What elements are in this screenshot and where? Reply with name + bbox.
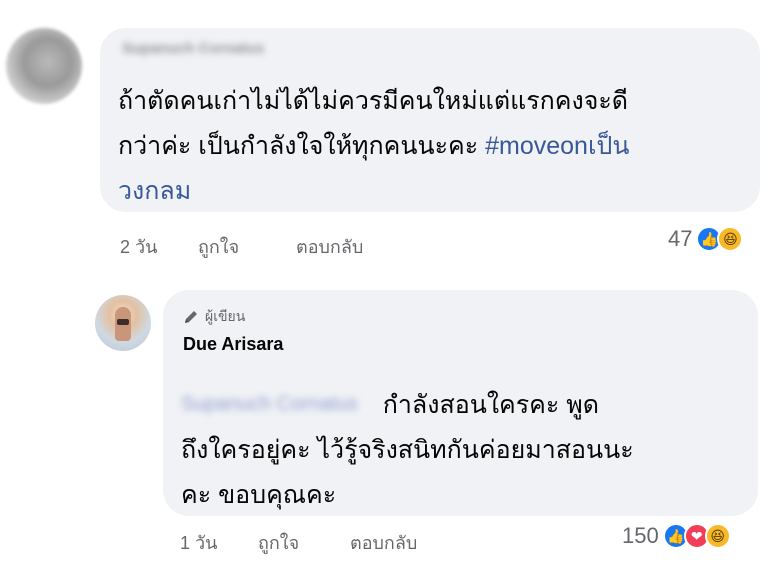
mention-link-blurred[interactable]: Supanuch Cornatus bbox=[181, 393, 358, 415]
author-badge-label: ผู้เขียน bbox=[205, 308, 246, 324]
like-button[interactable]: ถูกใจ bbox=[258, 528, 299, 557]
comment-time[interactable]: 2 วัน bbox=[120, 232, 157, 261]
like-button[interactable]: ถูกใจ bbox=[198, 232, 239, 261]
reply-button[interactable]: ตอบกลับ bbox=[296, 232, 363, 261]
haha-icon: 😆 bbox=[704, 523, 731, 549]
hashtag-link[interactable]: #moveonเป็น bbox=[485, 132, 629, 160]
reaction-count: 47 bbox=[668, 226, 693, 251]
comment-line: ถ้าตัดคนเก่าไม่ได้ไม่ควรมีคนใหม่แต่แรกคง… bbox=[118, 87, 629, 115]
comment-bubble: Supanuch Cornatus ถ้าตัดคนเก่าไม่ได้ไม่ค… bbox=[100, 28, 760, 212]
author-badge: ผู้เขียน bbox=[183, 306, 245, 328]
avatar-figure-detail bbox=[117, 319, 129, 325]
hashtag-link[interactable]: วงกลม bbox=[118, 170, 191, 212]
haha-icon: 😆 bbox=[717, 226, 744, 252]
reply-line: Supanuch Cornatus กำลังสอนใครคะ พูด bbox=[181, 384, 599, 428]
reaction-summary[interactable]: 47 👍 😆 bbox=[668, 226, 744, 252]
reply-time[interactable]: 1 วัน bbox=[180, 528, 217, 557]
reply-line: ถึงใครอยู่คะ ไว้รู้จริงสนิทกันค่อยมาสอนน… bbox=[181, 436, 634, 464]
author-avatar[interactable] bbox=[95, 295, 151, 351]
reply-line-text: กำลังสอนใครคะ พูด bbox=[382, 391, 599, 419]
reaction-summary[interactable]: 150 👍 ❤ 😆 bbox=[622, 523, 731, 549]
comment-line-text: กว่าค่ะ เป็นกำลังใจให้ทุกคนนะคะ bbox=[118, 132, 486, 160]
reaction-count: 150 bbox=[622, 523, 659, 548]
comment-line: กว่าค่ะ เป็นกำลังใจให้ทุกคนนะคะ #moveonเ… bbox=[118, 125, 629, 167]
reply-bubble: ผู้เขียน Due Arisara Supanuch Cornatus ก… bbox=[163, 290, 758, 516]
pen-icon bbox=[185, 311, 197, 323]
commenter-name-blurred[interactable]: Supanuch Cornatus bbox=[122, 40, 265, 57]
reply-button[interactable]: ตอบกลับ bbox=[350, 528, 417, 557]
reply-line: คะ ขอบคุณคะ bbox=[181, 481, 337, 509]
commenter-avatar[interactable] bbox=[6, 28, 82, 104]
author-name[interactable]: Due Arisara bbox=[183, 334, 283, 355]
